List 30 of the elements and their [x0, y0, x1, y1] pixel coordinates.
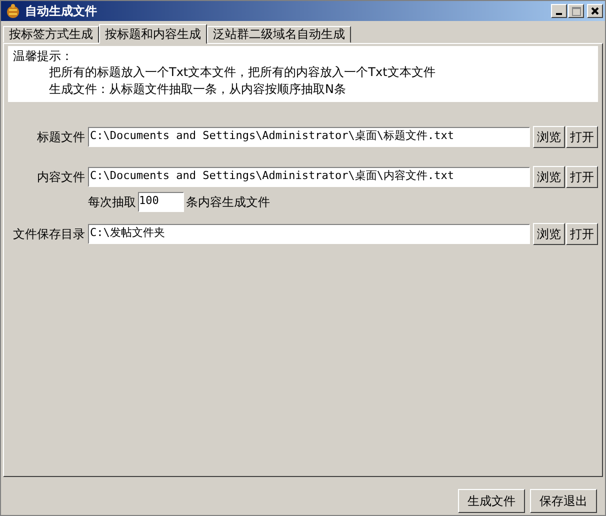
- tip-heading: 温馨提示：: [13, 49, 74, 64]
- close-button[interactable]: [587, 4, 603, 18]
- close-icon: [591, 7, 599, 15]
- count-suffix: 条内容生成文件: [186, 194, 270, 210]
- field-label: 内容文件: [36, 168, 86, 186]
- maximize-icon: [572, 6, 580, 16]
- field-label: 文件保存目录: [12, 226, 86, 242]
- tab[interactable]: 按标题和内容生成: [99, 24, 207, 44]
- field-label: 标题文件: [36, 128, 86, 146]
- field-button[interactable]: 浏览: [533, 126, 565, 148]
- count-field[interactable]: 100: [138, 192, 184, 212]
- path-field[interactable]: C:\Documents and Settings\Administrator\桌面\内容文件.txt: [88, 167, 530, 187]
- window-title: 自动生成文件: [25, 2, 98, 20]
- field-button[interactable]: 打开: [566, 126, 598, 148]
- path-field[interactable]: C:\发帖文件夹: [88, 224, 530, 244]
- footer-button[interactable]: 保存退出: [530, 489, 597, 513]
- tip-text: 把所有的标题放入一个Txt文本文件，把所有的内容放入一个Txt文本文件: [48, 64, 436, 81]
- path-field[interactable]: C:\Documents and Settings\Administrator\桌面\标题文件.txt: [88, 127, 530, 147]
- maximize-button[interactable]: [568, 4, 584, 18]
- tab[interactable]: 泛站群二级域名自动生成: [207, 26, 351, 43]
- minimize-button[interactable]: [551, 4, 567, 18]
- tab[interactable]: 按标签方式生成: [3, 26, 99, 43]
- field-button[interactable]: 打开: [566, 166, 598, 188]
- field-button[interactable]: 打开: [566, 223, 598, 245]
- field-button[interactable]: 浏览: [533, 166, 565, 188]
- app-icon: [5, 3, 21, 19]
- count-label: 每次抽取: [88, 194, 136, 210]
- tip-text: 生成文件：从标题文件抽取一条，从内容按顺序抽取N条: [48, 81, 347, 98]
- footer-button[interactable]: 生成文件: [458, 489, 525, 513]
- field-button[interactable]: 浏览: [533, 223, 565, 245]
